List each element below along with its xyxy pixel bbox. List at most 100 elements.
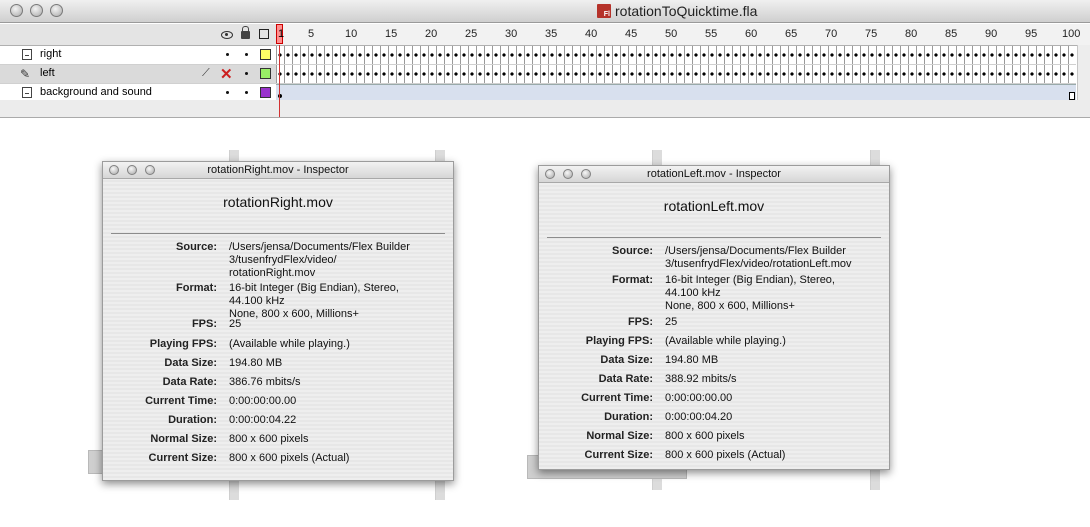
info-value: 194.80 MB xyxy=(229,357,283,369)
layer-color-swatch[interactable] xyxy=(260,49,271,60)
info-value: 194.80 MB xyxy=(665,354,719,366)
info-label: Current Time: xyxy=(581,392,653,404)
delete-x-icon[interactable]: ✕ xyxy=(220,65,233,83)
info-value: 388.92 mbits/s xyxy=(665,373,737,385)
info-label: Playing FPS: xyxy=(585,335,653,347)
frame-tick-label: 55 xyxy=(705,28,718,40)
frame-tick-label: 10 xyxy=(345,28,358,40)
frame-tick-label: 25 xyxy=(465,28,478,40)
frame-tick-label: 75 xyxy=(865,28,878,40)
lock-icon[interactable] xyxy=(241,26,250,39)
layer-name: right xyxy=(40,48,62,60)
lock-dot[interactable] xyxy=(245,91,248,94)
info-label: Data Size: xyxy=(164,357,217,369)
info-value: 25 xyxy=(665,316,678,328)
timeline-bottom-bar xyxy=(0,100,1090,118)
info-value: 800 x 600 pixels (Actual) xyxy=(665,449,786,461)
info-label: Duration: xyxy=(604,411,653,423)
info-value: 800 x 600 pixels (Actual) xyxy=(229,452,350,464)
frame-tick-label: 100 xyxy=(1062,28,1081,40)
outline-icon[interactable] xyxy=(259,29,269,39)
info-label: Normal Size: xyxy=(586,430,653,442)
frame-tick-label: 30 xyxy=(505,28,518,40)
info-label: Duration: xyxy=(168,414,217,426)
info-label: Source: xyxy=(612,245,653,257)
frame-tick-label: 50 xyxy=(665,28,678,40)
frame-tick-label: 65 xyxy=(785,28,798,40)
info-value: /Users/jensa/Documents/Flex Builder 3/tu… xyxy=(229,241,410,279)
info-label: FPS: xyxy=(191,318,217,330)
inspector-title: rotationRight.mov - Inspector xyxy=(207,164,349,176)
frame-tick-label: 15 xyxy=(385,28,398,40)
frame-tick-label: 60 xyxy=(745,28,758,40)
layer-icon xyxy=(22,87,32,98)
info-value: 386.76 mbits/s xyxy=(229,376,301,388)
fla-file-icon: Fl xyxy=(597,4,611,18)
frame-tick-label: 45 xyxy=(625,28,638,40)
info-value: (Available while playing.) xyxy=(665,335,786,347)
info-value: 16-bit Integer (Big Endian), Stereo, 44.… xyxy=(665,274,835,312)
info-label: Format: xyxy=(612,274,653,286)
layer-color-swatch[interactable] xyxy=(260,87,271,98)
visibility-dot[interactable] xyxy=(226,53,229,56)
layer-icon xyxy=(22,49,32,60)
info-label: Normal Size: xyxy=(150,433,217,445)
info-value: 25 xyxy=(229,318,242,330)
info-label: Playing FPS: xyxy=(149,338,217,350)
close-button[interactable] xyxy=(10,4,23,17)
inspector-window-left: rotationLeft.mov - Inspector rotationLef… xyxy=(538,165,890,470)
layer-frames-right[interactable] xyxy=(276,46,1076,65)
info-value: 800 x 600 pixels xyxy=(665,430,745,442)
window-title-text: rotationToQuicktime.fla xyxy=(615,3,758,19)
frame-tick-label: 5 xyxy=(308,28,315,40)
zoom-button[interactable] xyxy=(50,4,63,17)
info-label: Format: xyxy=(176,282,217,294)
layer-frames-left[interactable] xyxy=(276,65,1076,84)
end-frame-marker[interactable] xyxy=(1069,92,1075,100)
inspector-window-right: rotationRight.mov - Inspector rotationRi… xyxy=(102,161,454,481)
layer-row-left[interactable]: ✎ left ⟋ ✕ xyxy=(0,65,276,84)
frame-tick-label: 85 xyxy=(945,28,958,40)
playhead-line xyxy=(279,45,280,117)
info-label: FPS: xyxy=(627,316,653,328)
layer-header xyxy=(0,24,276,46)
frame-tick-label: 20 xyxy=(425,28,438,40)
layer-name: left xyxy=(40,67,55,79)
edit-pen-icon: ⟋ xyxy=(202,67,210,79)
inspector-titlebar: rotationRight.mov - Inspector xyxy=(103,162,453,179)
info-label: Data Rate: xyxy=(598,373,653,385)
info-value: /Users/jensa/Documents/Flex Builder 3/tu… xyxy=(665,245,852,270)
frame-tick-label: 40 xyxy=(585,28,598,40)
visibility-dot[interactable] xyxy=(226,91,229,94)
divider xyxy=(111,233,445,234)
frame-tick-label: 90 xyxy=(985,28,998,40)
pencil-icon: ✎ xyxy=(20,67,31,81)
info-label: Current Time: xyxy=(145,395,217,407)
info-value: 0:00:00:04.20 xyxy=(665,411,733,423)
lock-dot[interactable] xyxy=(245,53,248,56)
info-value: (Available while playing.) xyxy=(229,338,350,350)
layer-color-swatch[interactable] xyxy=(260,68,271,79)
frame-tick-label: 95 xyxy=(1025,28,1038,40)
info-label: Data Size: xyxy=(600,354,653,366)
minimize-button[interactable] xyxy=(30,4,43,17)
movie-filename: rotationRight.mov xyxy=(223,194,333,210)
info-label: Source: xyxy=(176,241,217,253)
info-label: Current Size: xyxy=(148,452,217,464)
info-value: 0:00:00:00.00 xyxy=(229,395,297,407)
lock-dot[interactable] xyxy=(245,72,248,75)
info-label: Data Rate: xyxy=(162,376,217,388)
info-value: 0:00:00:04.22 xyxy=(229,414,297,426)
current-frame-number: 1 xyxy=(278,28,285,40)
info-label: Current Size: xyxy=(584,449,653,461)
frame-ruler[interactable]: 5 10 15 20 25 30 35 40 45 50 55 60 65 70 75 80 85 90 95 100 xyxy=(276,24,1090,46)
layer-row-right[interactable]: right xyxy=(0,46,276,65)
eye-icon[interactable] xyxy=(221,31,233,39)
window-titlebar: Fl rotationToQuicktime.fla xyxy=(0,0,1090,23)
frame-tick-label: 80 xyxy=(905,28,918,40)
layer-name: background and sound xyxy=(40,86,152,98)
inspector-title: rotationLeft.mov - Inspector xyxy=(647,168,781,180)
info-value: 0:00:00:00.00 xyxy=(665,392,733,404)
divider xyxy=(547,237,881,238)
movie-filename: rotationLeft.mov xyxy=(663,198,765,214)
